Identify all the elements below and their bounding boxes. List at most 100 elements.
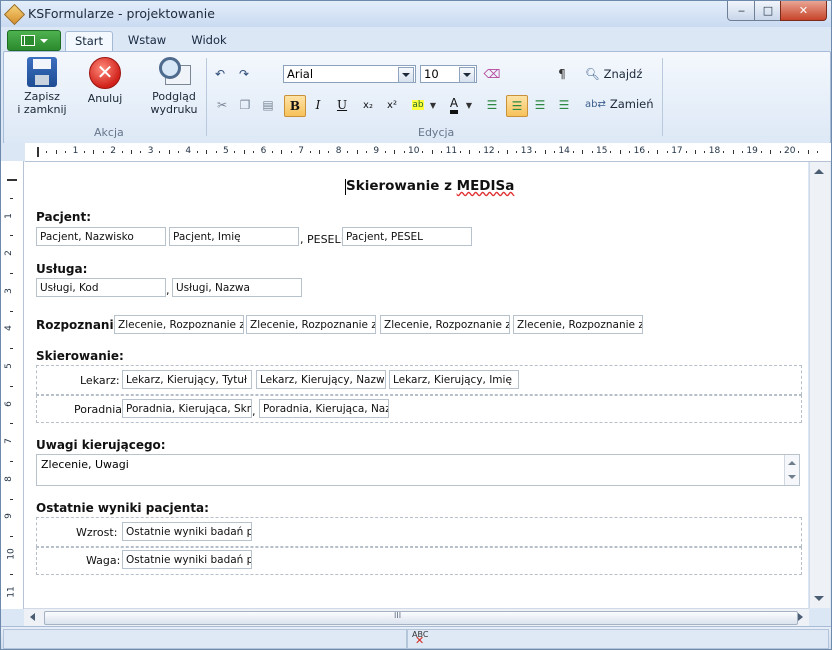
chevron-down-icon — [39, 38, 48, 43]
paste-button[interactable]: ▤ — [258, 95, 278, 115]
ruler-number: 10 — [408, 146, 420, 156]
redo-icon: ↷ — [238, 67, 250, 81]
horizontal-scroll-thumb[interactable] — [44, 611, 798, 625]
font-color-button[interactable]: A — [444, 95, 464, 115]
cut-button[interactable]: ✂ — [212, 95, 232, 115]
superscript-button[interactable]: x² — [382, 95, 402, 115]
paragraph-marks-button[interactable]: ¶ — [552, 64, 572, 84]
field-poradnia-nazwa[interactable]: Poradnia, Kierująca, Nazw — [259, 399, 389, 418]
highlight-button[interactable]: ab — [408, 95, 428, 115]
field-uwagi[interactable]: Zlecenie, Uwagi — [36, 454, 800, 486]
tab-start[interactable]: Start — [65, 31, 113, 52]
ruler-tick — [770, 150, 772, 154]
ruler-tick — [46, 151, 48, 153]
field-lekarz-tytul[interactable]: Lekarz, Kierujący, Tytuł — [122, 370, 252, 389]
field-waga[interactable]: Ostatnie wyniki badań pac — [122, 550, 252, 569]
ruler-tick — [629, 151, 631, 153]
spellcheck-icon[interactable]: ABC — [412, 630, 428, 647]
ruler-number: 16 — [633, 146, 646, 156]
field-rozpoznanie-4[interactable]: Zlecenie, Rozpoznanie ze — [513, 315, 643, 334]
status-panel-right — [407, 629, 829, 649]
ribbon-tab-row: Start Wstaw Widok — [1, 27, 831, 52]
section-header-rozpoznania: Rozpoznania: — [36, 318, 127, 332]
pilcrow-icon: ¶ — [558, 67, 566, 81]
align-center-button[interactable]: ☰ — [506, 95, 528, 117]
minimize-button[interactable]: ‒ — [727, 1, 756, 21]
underline-button[interactable]: U — [332, 95, 352, 115]
section-header-wyniki: Ostatnie wyniki pacjenta: — [36, 501, 209, 515]
field-rozpoznanie-2[interactable]: Zlecenie, Rozpoznanie ze — [246, 315, 376, 334]
font-name-select[interactable]: Arial — [283, 65, 416, 83]
ruler-tick — [704, 151, 706, 153]
justify-button[interactable]: ☰ — [554, 95, 574, 115]
undo-icon: ↶ — [214, 67, 226, 81]
bold-button[interactable]: B — [284, 95, 306, 117]
ruler-tick — [478, 151, 480, 153]
close-button[interactable]: ✕ — [780, 1, 827, 21]
usluga-separator: , — [166, 284, 170, 297]
cancel-button[interactable]: ✕ Anuluj — [82, 57, 128, 105]
scroll-down-icon[interactable] — [814, 596, 824, 601]
preview-label-2: wydruku — [150, 103, 198, 116]
menu-icon — [20, 35, 35, 46]
field-usluga-nazwa[interactable]: Usługi, Nazwa — [172, 278, 302, 297]
ruler-tick — [121, 151, 123, 153]
undo-button[interactable]: ↶ — [210, 64, 230, 84]
align-left-icon: ☰ — [486, 98, 498, 112]
align-left-button[interactable]: ☰ — [482, 95, 502, 115]
italic-button[interactable]: I — [308, 95, 328, 115]
save-and-close-button[interactable]: Zapisz i zamknij — [16, 57, 68, 116]
font-size-select[interactable]: 10 — [420, 65, 477, 83]
field-rozpoznanie-3[interactable]: Zlecenie, Rozpoznanie ze — [380, 315, 510, 334]
ruler-tick — [610, 151, 612, 153]
field-poradnia-skrot[interactable]: Poradnia, Kierująca, Skrót — [122, 399, 252, 418]
ruler-tick — [535, 151, 537, 153]
field-rozpoznanie-1[interactable]: Zlecenie, Rozpoznanie ze — [114, 315, 244, 334]
section-header-pacjent: Pacjent: — [36, 210, 92, 224]
copy-button[interactable]: ❐ — [235, 95, 255, 115]
document-title[interactable]: Skierowanie z MEDISa — [346, 178, 514, 194]
chevron-down-icon[interactable] — [398, 67, 414, 83]
form-design-canvas[interactable]: Skierowanie z MEDISa Pacjent: Pacjent, N… — [24, 162, 808, 608]
group-separator — [206, 58, 207, 136]
align-right-button[interactable]: ☰ — [530, 95, 550, 115]
ruler-tick — [779, 151, 781, 153]
save-icon — [27, 57, 57, 87]
ruler-number: 9 — [373, 146, 380, 156]
field-lekarz-imie[interactable]: Lekarz, Kierujący, Imię — [389, 370, 519, 389]
save-label-1: Zapisz — [24, 90, 60, 103]
ruler-tick — [309, 151, 311, 153]
redo-button[interactable]: ↷ — [234, 64, 254, 84]
print-preview-button[interactable]: Podgląd wydruku — [146, 57, 202, 116]
horizontal-ruler[interactable]: 1 2 3 4 5 6 7 8 9 10 11 12 13 14 15 16 17 18 19 20 — [25, 143, 831, 162]
document-title-prefix: Skierowanie z — [346, 178, 457, 194]
find-button[interactable]: 🔍︎ Znajdź — [585, 67, 642, 81]
subscript-button[interactable]: x₂ — [358, 95, 378, 115]
highlight-dropdown[interactable]: ▼ — [428, 95, 438, 115]
ruler-tick — [657, 150, 659, 154]
chevron-down-icon[interactable] — [459, 67, 475, 83]
font-color-dropdown[interactable]: ▼ — [464, 95, 474, 115]
tab-widok[interactable]: Widok — [183, 31, 235, 51]
field-pacjent-imie[interactable]: Pacjent, Imię — [169, 227, 299, 246]
ruler-number: 19 — [746, 146, 758, 156]
replace-button[interactable]: ab⇄ Zamień — [585, 97, 654, 111]
field-lekarz-nazwisko[interactable]: Lekarz, Kierujący, Nazwis — [256, 370, 386, 389]
ruler-number: 6 — [3, 400, 14, 407]
vertical-scrollbar[interactable] — [809, 162, 830, 608]
scroll-right-icon[interactable] — [798, 613, 803, 621]
field-wzrost[interactable]: Ostatnie wyniki badań pac — [122, 522, 252, 541]
field-usluga-kod[interactable]: Usługi, Kod — [36, 278, 166, 297]
clear-formatting-button[interactable]: ⌫ — [482, 64, 502, 84]
field-pacjent-nazwisko[interactable]: Pacjent, Nazwisko — [36, 227, 166, 246]
memo-scrollbar[interactable] — [784, 455, 799, 485]
tab-wstaw[interactable]: Wstaw — [121, 31, 173, 51]
application-menu-button[interactable] — [7, 30, 61, 51]
vertical-ruler[interactable]: 1 2 3 4 5 6 7 8 9 10 11 — [1, 161, 24, 609]
field-pacjent-pesel[interactable]: Pacjent, PESEL — [342, 227, 472, 246]
scroll-up-icon[interactable] — [814, 169, 824, 174]
maximize-button[interactable]: □ — [754, 1, 782, 21]
scroll-left-icon[interactable] — [30, 613, 35, 621]
horizontal-scrollbar[interactable]: III — [24, 608, 809, 626]
group-separator — [662, 58, 663, 136]
